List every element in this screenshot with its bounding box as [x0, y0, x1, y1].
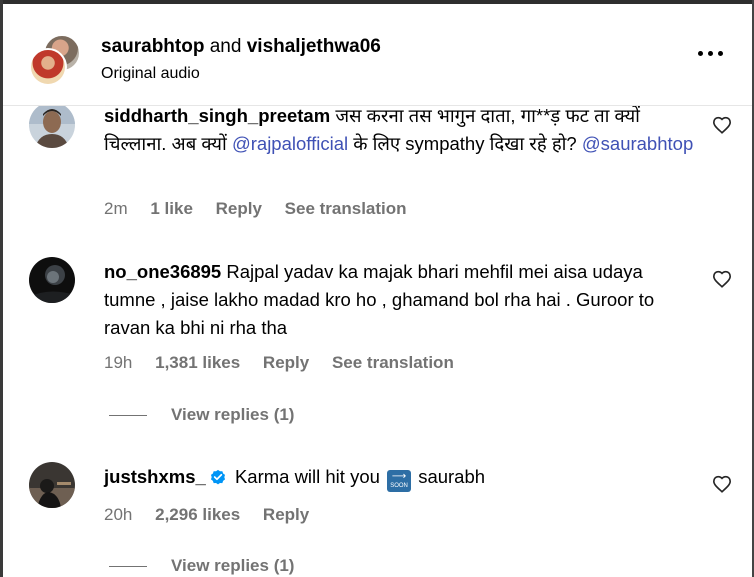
reply-button[interactable]: Reply: [263, 505, 309, 524]
view-replies-label[interactable]: View replies (1): [171, 556, 294, 575]
collab-avatars[interactable]: [29, 34, 81, 86]
like-heart-icon[interactable]: [712, 475, 732, 493]
comments-panel: saurabhtop and vishaljethwa06 Original a…: [0, 0, 754, 577]
comment-username[interactable]: justshxms_: [104, 466, 206, 487]
comment-content: Karma will hit you: [234, 466, 380, 487]
author-link-2[interactable]: vishaljethwa06: [247, 36, 381, 57]
author-conjunction: and: [209, 36, 242, 57]
author-link-1[interactable]: saurabhtop: [101, 36, 204, 57]
verified-badge-icon: [210, 469, 225, 485]
soon-emoji-label: SOON: [390, 483, 408, 489]
more-horizontal-icon[interactable]: [698, 48, 724, 58]
comment-text: justshxms_ Karma will hit you ⟶ SOON saur…: [104, 463, 704, 492]
audio-label[interactable]: Original audio: [101, 65, 200, 83]
comment-time: 20h: [104, 505, 133, 524]
commenter-avatar[interactable]: [29, 462, 75, 508]
view-replies-button[interactable]: View replies (1): [109, 556, 294, 576]
soon-arrow-emoji-icon: ⟶ SOON: [387, 470, 412, 492]
replies-divider-line: [109, 566, 147, 568]
post-header: saurabhtop and vishaljethwa06 Original a…: [3, 4, 752, 106]
avatar-saurabhtop[interactable]: [29, 48, 67, 86]
like-count[interactable]: 2,296 likes: [155, 505, 240, 524]
comment-meta: 20h 2,296 likes Reply: [104, 505, 327, 525]
comment-content: saurabh: [418, 466, 486, 487]
post-authors: saurabhtop and vishaljethwa06: [101, 36, 381, 58]
